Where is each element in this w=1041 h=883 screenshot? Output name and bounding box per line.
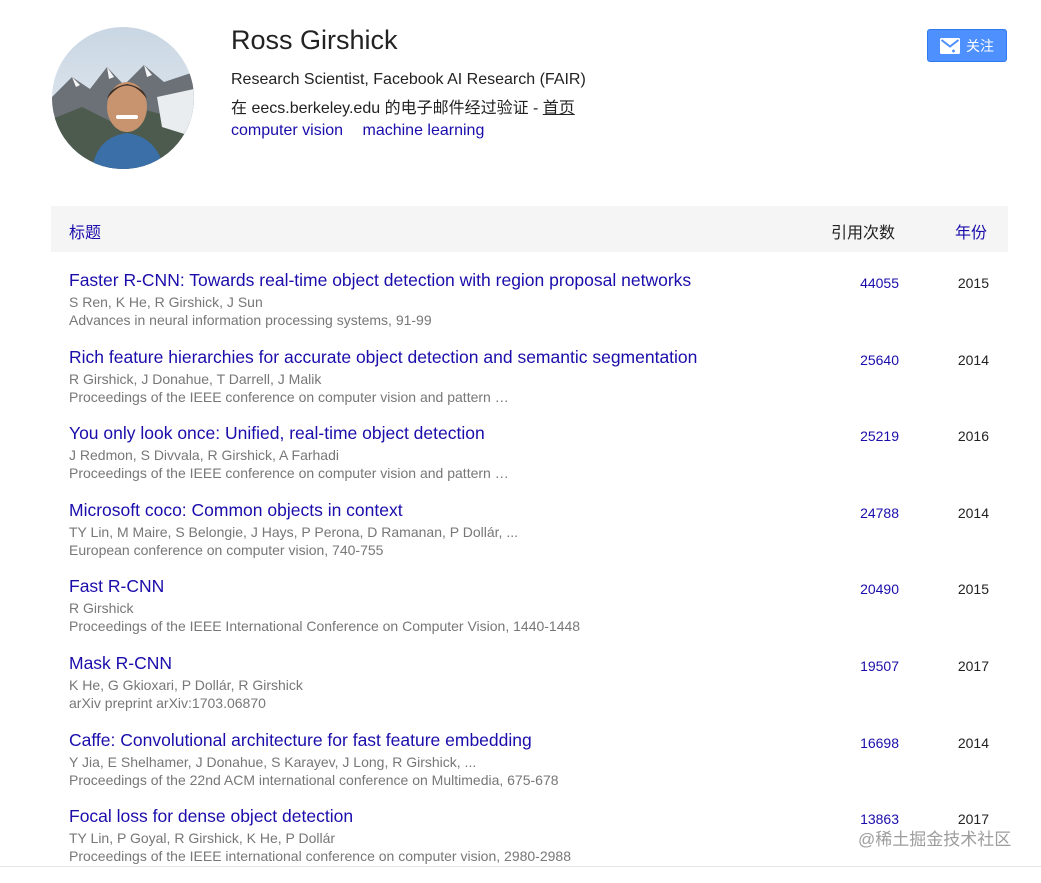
publication-venue: Proceedings of the 22nd ACM internationa… xyxy=(69,771,559,788)
citation-count-link[interactable]: 25219 xyxy=(860,428,899,444)
follow-button[interactable]: 关注 xyxy=(927,29,1007,62)
publication-row: Caffe: Convolutional architecture for fa… xyxy=(0,730,1041,807)
publication-venue: European conference on computer vision, … xyxy=(69,541,384,558)
publication-row: Faster R-CNN: Towards real-time object d… xyxy=(0,270,1041,347)
publications-table-header: 标题 引用次数 年份 xyxy=(51,206,1008,252)
profile-photo xyxy=(52,27,194,169)
research-interests: computer vision machine learning xyxy=(231,122,499,140)
publication-year: 2017 xyxy=(957,657,989,674)
publication-venue: Proceedings of the IEEE conference on co… xyxy=(69,388,509,405)
publication-authors: R Girshick, J Donahue, T Darrell, J Mali… xyxy=(69,370,322,387)
sort-by-year[interactable]: 年份 xyxy=(955,219,987,243)
verified-email-line: 在 eecs.berkeley.edu 的电子邮件经过验证 - 首页 xyxy=(231,94,575,118)
citation-count-link[interactable]: 16698 xyxy=(860,735,899,751)
interest-computer-vision[interactable]: computer vision xyxy=(231,122,343,139)
verified-email-text: 在 eecs.berkeley.edu 的电子邮件经过验证 - xyxy=(231,100,543,117)
publication-title-link[interactable]: Rich feature hierarchies for accurate ob… xyxy=(69,347,697,368)
follow-button-label: 关注 xyxy=(966,37,994,54)
profile-affiliation: Research Scientist, Facebook AI Research… xyxy=(231,71,586,88)
publication-year: 2014 xyxy=(957,504,989,521)
publication-title-link[interactable]: Mask R-CNN xyxy=(69,653,172,674)
publication-authors: J Redmon, S Divvala, R Girshick, A Farha… xyxy=(69,447,339,464)
publication-authors: TY Lin, M Maire, S Belongie, J Hays, P P… xyxy=(69,523,518,540)
publication-year: 2015 xyxy=(957,581,989,598)
publication-row: Microsoft coco: Common objects in contex… xyxy=(0,500,1041,577)
publication-title-link[interactable]: Faster R-CNN: Towards real-time object d… xyxy=(69,270,691,291)
publications-list: Faster R-CNN: Towards real-time object d… xyxy=(0,270,1041,883)
envelope-icon xyxy=(940,37,960,54)
homepage-link[interactable]: 首页 xyxy=(543,100,575,117)
citation-count-link[interactable]: 19507 xyxy=(860,658,899,674)
publication-year: 2014 xyxy=(957,351,989,368)
publication-venue: Proceedings of the IEEE conference on co… xyxy=(69,465,509,482)
publication-venue: Proceedings of the IEEE international co… xyxy=(69,848,571,865)
publication-title-link[interactable]: Focal loss for dense object detection xyxy=(69,806,353,827)
publication-row: Rich feature hierarchies for accurate ob… xyxy=(0,347,1041,424)
publication-title-link[interactable]: Microsoft coco: Common objects in contex… xyxy=(69,500,403,521)
citation-count-link[interactable]: 20490 xyxy=(860,581,899,597)
publication-title-link[interactable]: Fast R-CNN xyxy=(69,576,164,597)
publication-year: 2015 xyxy=(957,275,989,291)
publication-authors: Y Jia, E Shelhamer, J Donahue, S Karayev… xyxy=(69,753,477,770)
publication-year: 2016 xyxy=(957,428,989,445)
cited-by-column-header: 引用次数 xyxy=(831,225,896,242)
publication-title-link[interactable]: You only look once: Unified, real-time o… xyxy=(69,423,485,444)
citation-count-link[interactable]: 44055 xyxy=(860,275,899,291)
publication-row: Fast R-CNN R Girshick Proceedings of the… xyxy=(0,576,1041,653)
publication-authors: R Girshick xyxy=(69,600,134,617)
publication-authors: TY Lin, P Goyal, R Girshick, K He, P Dol… xyxy=(69,830,336,847)
citation-count-link[interactable]: 25640 xyxy=(860,352,899,368)
publication-title-link[interactable]: Caffe: Convolutional architecture for fa… xyxy=(69,730,532,751)
divider xyxy=(0,866,1041,867)
watermark: @稀土掘金技术社区 xyxy=(858,830,1012,849)
publication-venue: Advances in neural information processin… xyxy=(69,312,432,328)
publication-year: 2014 xyxy=(957,734,989,751)
publication-row: You only look once: Unified, real-time o… xyxy=(0,423,1041,500)
publication-authors: S Ren, K He, R Girshick, J Sun xyxy=(69,294,263,310)
citation-count-link[interactable]: 24788 xyxy=(860,505,899,521)
profile-name: Ross Girshick xyxy=(231,25,398,55)
interest-machine-learning[interactable]: machine learning xyxy=(363,122,485,139)
publication-authors: K He, G Gkioxari, P Dollár, R Girshick xyxy=(69,676,303,693)
sort-by-title[interactable]: 标题 xyxy=(69,219,101,243)
publication-row: Mask R-CNN K He, G Gkioxari, P Dollár, R… xyxy=(0,653,1041,730)
publication-venue: arXiv preprint arXiv:1703.06870 xyxy=(69,694,266,711)
publication-venue: Proceedings of the IEEE International Co… xyxy=(69,618,581,635)
